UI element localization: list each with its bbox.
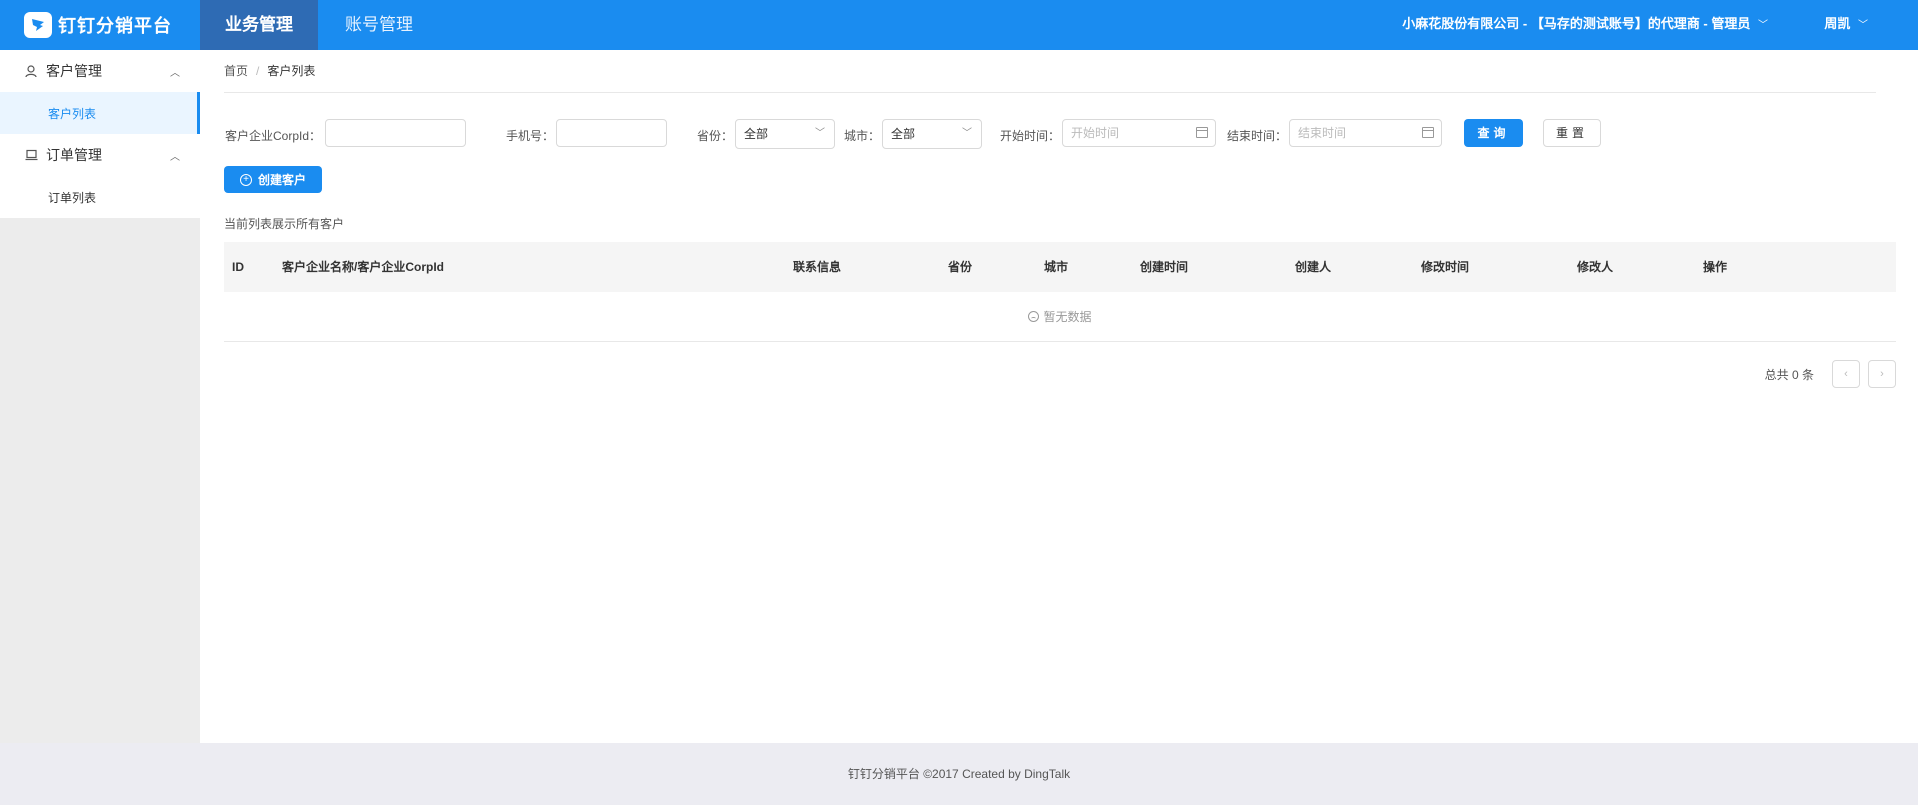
app-logo[interactable]: 钉钉分销平台: [24, 12, 172, 38]
user-name: 周凯: [1824, 16, 1851, 31]
chevron-up-icon: ︿: [170, 151, 180, 163]
sidebar-group-customer[interactable]: 客户管理 ︿: [0, 50, 200, 92]
phone-label: 手机号：: [506, 129, 555, 143]
chevron-left-icon: ‹: [1844, 368, 1848, 380]
app-title: 钉钉分销平台: [58, 16, 172, 36]
user-icon: [24, 64, 38, 78]
query-button[interactable]: 查询: [1464, 119, 1523, 147]
empty-text: 暂无数据: [1043, 310, 1092, 324]
tab-business-management[interactable]: 业务管理: [200, 0, 318, 50]
corp-id-label: 客户企业CorpId：: [225, 129, 322, 143]
dingtalk-logo-icon: [24, 12, 52, 38]
province-select-value: 全部: [744, 127, 769, 141]
org-selector[interactable]: 小麻花股份有限公司 - 【马存的测试账号】的代理商 - 管理员 ﹀: [1402, 0, 1768, 50]
chevron-down-icon: ﹀: [1858, 20, 1868, 31]
calendar-icon: [1196, 127, 1208, 138]
frown-icon: [1028, 311, 1040, 322]
sidebar-item-order-list[interactable]: 订单列表: [0, 176, 200, 218]
chevron-right-icon: ›: [1880, 368, 1884, 380]
corp-id-input[interactable]: [325, 119, 466, 147]
start-time-placeholder: 开始时间: [1071, 126, 1120, 140]
pagination-total: 总共 0 条: [1764, 367, 1814, 382]
sidebar: 客户管理 ︿ 客户列表 订单管理 ︿ 订单列表: [0, 50, 200, 743]
start-time-label: 开始时间：: [1000, 129, 1061, 143]
column-header-province: 省份: [948, 260, 973, 274]
column-header-modifier: 修改人: [1577, 260, 1614, 274]
province-select[interactable]: 全部 ﹀: [735, 119, 835, 149]
user-menu[interactable]: 周凯 ﹀: [1824, 0, 1868, 50]
next-page-button[interactable]: ›: [1868, 360, 1896, 388]
column-header-created-time: 创建时间: [1140, 260, 1189, 274]
column-header-id: ID: [232, 260, 244, 274]
list-description: 当前列表展示所有客户: [224, 217, 345, 231]
province-label: 省份：: [697, 129, 734, 143]
create-customer-label: 创建客户: [257, 173, 306, 187]
prev-page-button[interactable]: ‹: [1832, 360, 1860, 388]
end-time-placeholder: 结束时间: [1298, 126, 1347, 140]
breadcrumb-home[interactable]: 首页: [224, 64, 248, 78]
column-header-modified-time: 修改时间: [1421, 260, 1470, 274]
breadcrumb: 首页 / 客户列表: [224, 62, 315, 79]
start-time-picker[interactable]: 开始时间: [1062, 119, 1216, 147]
city-select-value: 全部: [891, 127, 916, 141]
chevron-down-icon: ﹀: [815, 128, 825, 139]
column-header-name: 客户企业名称/客户企业CorpId: [282, 260, 444, 274]
customer-table: ID 客户企业名称/客户企业CorpId 联系信息 省份 城市 创建时间 创建人…: [224, 242, 1896, 342]
city-label: 城市：: [844, 129, 881, 143]
end-time-picker[interactable]: 结束时间: [1289, 119, 1442, 147]
tab-account-management[interactable]: 账号管理: [320, 0, 438, 50]
sidebar-item-customer-list[interactable]: 客户列表: [0, 92, 200, 134]
city-select[interactable]: 全部 ﹀: [882, 119, 982, 149]
laptop-icon: [24, 149, 38, 161]
phone-input[interactable]: [556, 119, 667, 147]
main-content: 首页 / 客户列表 客户企业CorpId： 手机号： 省份： 全部 ﹀ 城市： 全部…: [200, 50, 1918, 743]
reset-button[interactable]: 重置: [1543, 119, 1601, 147]
sidebar-group-label: 客户管理: [46, 63, 102, 79]
calendar-icon: [1422, 127, 1434, 138]
pagination: 总共 0 条 ‹ ›: [1765, 360, 1896, 388]
org-info-text: 小麻花股份有限公司 - 【马存的测试账号】的代理商 - 管理员: [1402, 16, 1751, 31]
table-empty-state: 暂无数据: [224, 292, 1896, 342]
column-header-contact: 联系信息: [793, 260, 842, 274]
footer: 钉钉分销平台 ©2017 Created by DingTalk: [0, 743, 1918, 805]
column-header-creator: 创建人: [1295, 260, 1332, 274]
plus-circle-icon: +: [239, 173, 252, 186]
chevron-down-icon: ﹀: [1758, 20, 1768, 31]
top-header: 钉钉分销平台 业务管理 账号管理 小麻花股份有限公司 - 【马存的测试账号】的代…: [0, 0, 1918, 50]
chevron-down-icon: ﹀: [962, 128, 972, 139]
table-header: ID 客户企业名称/客户企业CorpId 联系信息 省份 城市 创建时间 创建人…: [224, 242, 1896, 292]
column-header-actions: 操作: [1703, 260, 1728, 274]
breadcrumb-current: 客户列表: [267, 64, 316, 78]
end-time-label: 结束时间：: [1227, 129, 1288, 143]
sidebar-group-order[interactable]: 订单管理 ︿: [0, 134, 200, 176]
column-header-city: 城市: [1044, 260, 1069, 274]
sidebar-group-label: 订单管理: [46, 147, 102, 163]
breadcrumb-separator: /: [256, 64, 260, 78]
sidebar-menu: 客户管理 ︿ 客户列表 订单管理 ︿ 订单列表: [0, 50, 200, 218]
chevron-up-icon: ︿: [170, 67, 180, 79]
create-customer-button[interactable]: + 创建客户: [224, 166, 322, 193]
divider: [224, 92, 1876, 93]
